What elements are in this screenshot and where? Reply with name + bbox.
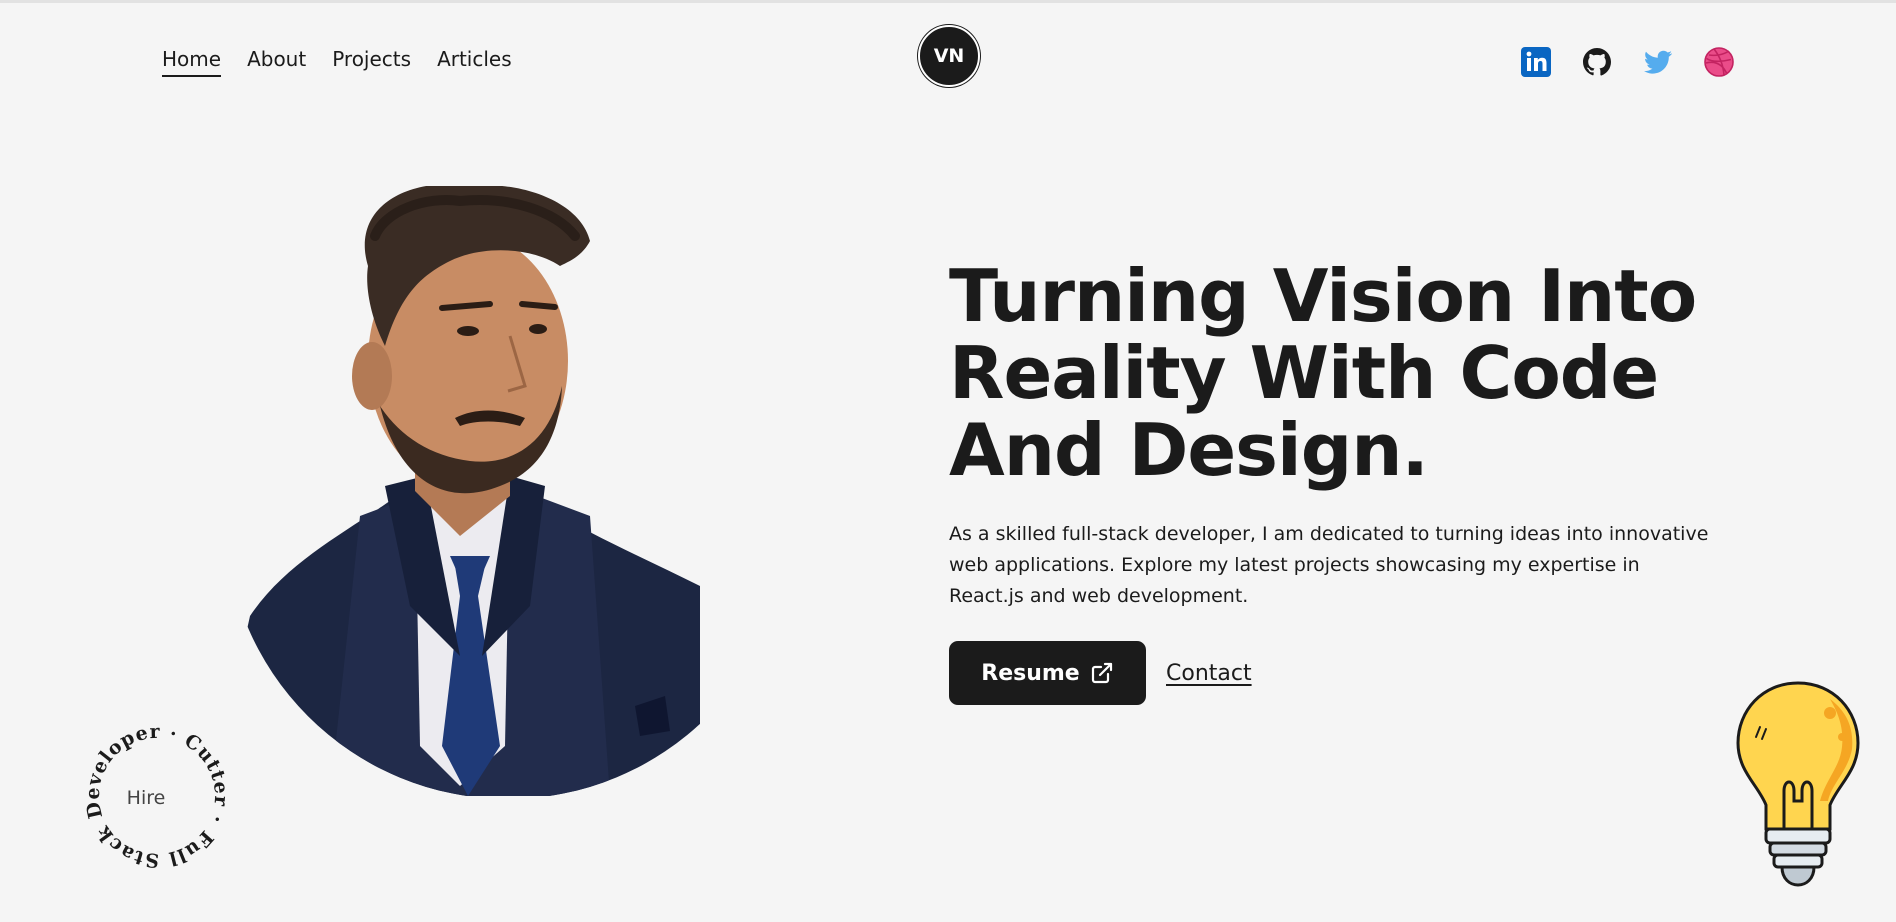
lightbulb-icon	[1736, 681, 1860, 887]
site-logo[interactable]: VN	[918, 25, 980, 87]
nav-about-link[interactable]: About	[247, 47, 306, 77]
nav-articles-link[interactable]: Articles	[437, 47, 512, 77]
linkedin-icon	[1521, 47, 1551, 77]
hire-me-badge[interactable]: Full Stack Developer · Cutter · Hire	[52, 691, 262, 901]
profile-portrait	[210, 184, 700, 796]
lightbulb-illustration	[1732, 679, 1864, 891]
github-icon	[1583, 48, 1611, 76]
hero-title: Turning Vision Into Reality With Code An…	[949, 258, 1769, 489]
twitter-link[interactable]	[1642, 46, 1674, 78]
external-link-icon	[1091, 662, 1112, 684]
portrait-illustration	[225, 184, 700, 796]
github-link[interactable]	[1581, 46, 1613, 78]
badge-center-label: Hire	[126, 787, 166, 809]
resume-button-label: Resume	[981, 660, 1080, 686]
dribbble-link[interactable]	[1703, 46, 1735, 78]
hero-title-line: And Design.	[949, 408, 1429, 492]
hero-title-line: Reality With Code	[949, 331, 1659, 415]
contact-link[interactable]: Contact	[1166, 661, 1252, 686]
hero-title-line: Turning Vision Into	[949, 254, 1697, 338]
social-links	[1520, 46, 1735, 78]
hero-description: As a skilled full-stack developer, I am …	[949, 523, 1709, 607]
dribbble-icon	[1704, 47, 1734, 77]
nav-home-link[interactable]: Home	[162, 47, 222, 77]
hero-actions: Resume Contact	[949, 641, 1252, 705]
linkedin-link[interactable]	[1520, 46, 1552, 78]
twitter-icon	[1643, 50, 1672, 74]
nav-projects-link[interactable]: Projects	[332, 47, 411, 77]
resume-button[interactable]: Resume	[949, 641, 1146, 705]
main-nav: Home About Projects Articles	[162, 47, 512, 77]
